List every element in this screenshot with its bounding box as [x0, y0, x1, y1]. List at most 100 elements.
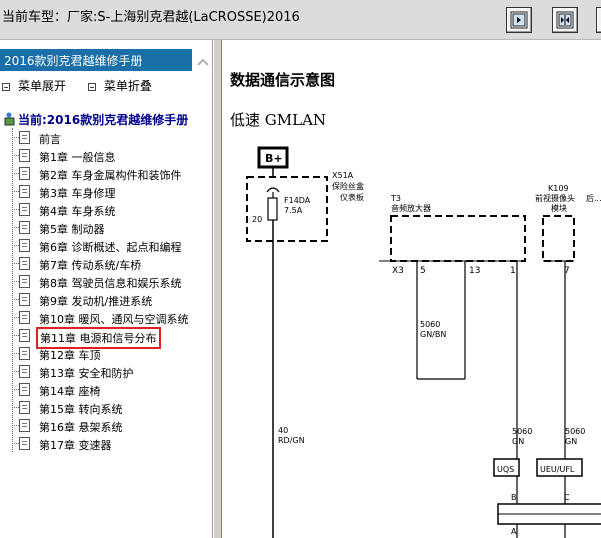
fuse-symbol — [267, 197, 278, 221]
tree-connector — [12, 155, 19, 156]
ueu-label: UEU/UFL — [540, 465, 575, 474]
pane-splitter[interactable] — [213, 40, 222, 538]
tree-item-label: 第6章 诊断概述、起点和编程 — [39, 241, 182, 254]
manual-title: 2016款别克君越维修手册 — [0, 49, 192, 71]
document-icon — [19, 185, 30, 198]
wire-rdgn-circuit: 40 — [278, 426, 288, 435]
document-icon — [19, 383, 30, 396]
document-icon — [19, 221, 30, 234]
module2-id: K109 — [548, 184, 569, 193]
document-icon — [19, 203, 30, 216]
tree-item-label: 第8章 驾驶员信息和娱乐系统 — [39, 277, 182, 290]
document-icon — [19, 167, 30, 180]
menu-expand-button[interactable]: 菜单展开 — [2, 77, 66, 94]
document-icon — [19, 239, 30, 252]
pin-b: B — [511, 493, 517, 502]
tree-item-label: 第11章 电源和信号分布 — [36, 327, 161, 349]
module1-id: T3 — [390, 194, 401, 203]
menu-collapse-button[interactable]: 菜单折叠 — [87, 77, 152, 94]
wire-gn1-circuit: 5060 — [512, 427, 532, 436]
wire-gn2-color: GN — [565, 437, 577, 446]
module2-name1: 前视摄像头 — [535, 193, 575, 203]
tree-item-label: 前言 — [39, 133, 61, 146]
more-button[interactable] — [596, 7, 601, 33]
fuse-box-name2: 仪表板 — [340, 192, 364, 202]
wire-gnbn-circuit: 5060 — [420, 320, 440, 329]
tree-item-label: 第10章 暖风、通风与空调系统 — [39, 313, 189, 326]
tree-connector — [12, 173, 19, 174]
tree-item-label: 第3章 车身修理 — [39, 187, 116, 200]
tree-item-label: 第16章 悬架系统 — [39, 421, 123, 434]
tree-connector — [12, 335, 19, 336]
tree-item-label: 第17章 变速器 — [39, 439, 112, 452]
module2-name2: 模块 — [551, 203, 567, 213]
wire-rdgn-color: RD/GN — [278, 436, 305, 445]
tree-item-label: 第12章 车顶 — [39, 349, 101, 362]
module1-pin-13: 13 — [469, 266, 480, 276]
module1-pin-5: 5 — [420, 266, 426, 276]
expand-icon — [2, 82, 10, 91]
tree-root[interactable]: 当前:2016款别克君越维修手册 — [4, 111, 188, 128]
fuse-box-name1: 保险丝盒 — [332, 181, 364, 191]
document-icon — [19, 347, 30, 360]
document-icon — [19, 437, 30, 450]
window-title: 当前车型：厂家:S-上海别克君越(LaCROSSE)2016 — [2, 10, 300, 25]
wire-gn1-color: GN — [512, 437, 524, 446]
tree-item-label: 第14章 座椅 — [39, 385, 101, 398]
uqs-label: UQS — [497, 465, 514, 474]
document-icon — [19, 293, 30, 306]
tree-connector — [12, 425, 19, 426]
wire-gn2-circuit: 5060 — [565, 427, 585, 436]
document-icon — [19, 311, 30, 324]
tree-connector — [12, 245, 19, 246]
fuse-box-id: X51A — [332, 171, 354, 180]
fuse-rating: 7.5A — [284, 206, 303, 215]
audio-amplifier-box — [390, 215, 526, 262]
document-icon — [19, 257, 30, 270]
tree-connector — [12, 263, 19, 264]
document-icon — [19, 419, 30, 432]
pane-both-icon — [556, 11, 574, 29]
tree-connector — [12, 299, 19, 300]
tree-root-label: 当前:2016款别克君越维修手册 — [18, 113, 189, 127]
navigation-pane: 2016款别克君越维修手册 菜单展开 菜单折叠 当前:2016款别克君越维修手册… — [0, 40, 213, 538]
tree-connector — [12, 137, 19, 138]
tree-connector — [12, 209, 19, 210]
menu-collapse-label: 菜单折叠 — [103, 79, 152, 93]
module1-connector: X3 — [392, 266, 404, 276]
module2-extra: 后... — [586, 193, 601, 203]
document-icon — [19, 149, 30, 162]
tree-connector — [12, 227, 19, 228]
expand-both-button[interactable] — [552, 7, 578, 33]
tree-item-label: 第15章 转向系统 — [39, 403, 123, 416]
tree-connector — [12, 371, 19, 372]
tree-connector — [12, 191, 19, 192]
module1-pin-1: 1 — [510, 266, 516, 276]
fuse-id: F14DA — [284, 196, 311, 205]
collapse-icon — [87, 82, 96, 91]
fuse-pin: 20 — [252, 215, 262, 224]
wire-gnbn-color: GN/BN — [420, 330, 446, 339]
content-pane: 数据通信示意图 低速 GMLAN B+ X51A 保险丝盒 仪表板 F14DA … — [222, 40, 601, 538]
tree-connector — [12, 407, 19, 408]
tree-item-label: 第5章 制动器 — [39, 223, 105, 236]
menu-toolbar: 菜单展开 菜单折叠 — [2, 77, 152, 94]
module1-name: 音频放大器 — [391, 203, 431, 213]
document-icon — [19, 131, 30, 144]
tree-item-label: 第13章 安全和防护 — [39, 367, 134, 380]
pin-a: A — [511, 527, 517, 536]
pane-right-icon — [510, 11, 528, 29]
tree-connector — [12, 317, 19, 318]
tree-connector — [12, 389, 19, 390]
wiring-diagram: B+ X51A 保险丝盒 仪表板 F14DA 7.5A 20 T3 音频放大器 … — [246, 146, 601, 538]
tree-connector — [12, 443, 19, 444]
battery-label: B+ — [265, 152, 283, 165]
expand-right-button[interactable] — [506, 7, 532, 33]
tree-item-label: 第1章 一般信息 — [39, 151, 116, 164]
scroll-up-icon[interactable] — [195, 54, 211, 70]
document-icon — [19, 365, 30, 378]
tree-item-label: 第2章 车身金属构件和装饰件 — [39, 169, 182, 182]
tree-item-label: 第7章 传动系统/车桥 — [39, 259, 142, 272]
menu-expand-label: 菜单展开 — [18, 79, 67, 93]
tree-connector — [12, 281, 19, 282]
